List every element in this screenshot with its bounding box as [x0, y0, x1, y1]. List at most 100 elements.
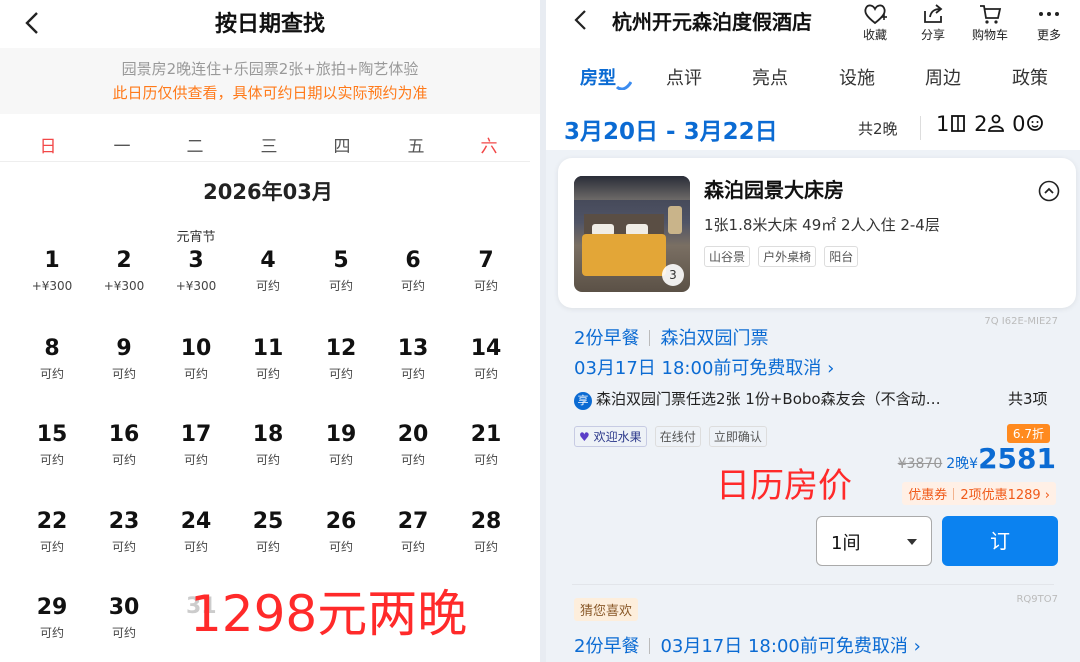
- recommend-badge: 猜您喜欢: [574, 598, 639, 621]
- tab-reviews[interactable]: 点评: [666, 64, 702, 90]
- dropdown-caret-icon: [907, 539, 917, 545]
- weekday-sat: 六: [480, 137, 498, 157]
- day-cell[interactable]: 19 可约: [309, 422, 373, 468]
- day-cell[interactable]: 8 可约: [20, 336, 84, 382]
- day-number: 11: [252, 336, 284, 361]
- day-number: 4: [260, 248, 276, 273]
- day-status: 可约: [111, 367, 136, 381]
- room-quantity-select[interactable]: 1间: [816, 516, 932, 566]
- favorite-button[interactable]: 收藏: [852, 2, 898, 43]
- day-status: 可约: [328, 540, 353, 554]
- next-offer-row[interactable]: 2份早餐 03月17日 18:00前可免费取消 ›: [574, 632, 921, 658]
- day-cell[interactable]: 24 可约: [164, 509, 228, 555]
- tab-room-types[interactable]: 房型: [580, 64, 616, 90]
- day-cell[interactable]: 16 可约: [92, 422, 156, 468]
- day-status: 可约: [111, 626, 136, 640]
- day-cell[interactable]: 28 可约: [454, 509, 518, 555]
- day-cell[interactable]: 27 可约: [381, 509, 445, 555]
- day-cell[interactable]: 13 可约: [381, 336, 445, 382]
- tab-nearby[interactable]: 周边: [925, 64, 961, 90]
- day-number: 21: [470, 422, 502, 447]
- tab-highlights[interactable]: 亮点: [752, 64, 788, 90]
- room-photo[interactable]: 3: [574, 176, 690, 292]
- day-number: 18: [252, 422, 284, 447]
- photo-count-badge: 3: [662, 264, 684, 286]
- weekday-sun: 日: [39, 137, 57, 157]
- book-button[interactable]: 订: [942, 516, 1058, 566]
- day-cell[interactable]: 12 可约: [309, 336, 373, 382]
- day-cell[interactable]: 29 可约: [20, 595, 84, 641]
- day-number: 14: [470, 336, 502, 361]
- collapse-chevron-up-icon[interactable]: [1038, 180, 1060, 206]
- night-count: 共2晚: [858, 120, 898, 138]
- day-cell[interactable]: 7 可约: [454, 248, 518, 294]
- free-cancel-link[interactable]: 03月17日 18:00前可免费取消 ›: [574, 354, 834, 380]
- discount-badge: 6.7折: [1006, 424, 1050, 443]
- pay-online-tag: 在线付: [654, 426, 701, 447]
- room-door-icon: [951, 115, 966, 132]
- day-cell[interactable]: 30 可约: [92, 595, 156, 641]
- day-cell[interactable]: 17 可约: [164, 422, 228, 468]
- day-cell[interactable]: 23 可约: [92, 509, 156, 555]
- promo-link[interactable]: 优惠券 2项优惠1289 ›: [902, 482, 1056, 505]
- bundle-row[interactable]: 享森泊双园门票任选2张 1份+Bobo森友会（不含动… 共3项: [574, 388, 1048, 410]
- share-button[interactable]: 分享: [910, 2, 956, 43]
- tab-policies[interactable]: 政策: [1012, 64, 1048, 90]
- room-info: 1张1.8米大床 49㎡ 2人入住 2-4层: [704, 216, 940, 234]
- day-cell[interactable]: 元宵节 3 +¥300: [164, 230, 228, 294]
- day-cell[interactable]: 21 可约: [454, 422, 518, 468]
- day-cell[interactable]: 18 可约: [236, 422, 300, 468]
- page-title: 按日期查找: [214, 12, 325, 37]
- day-cell[interactable]: 14 可约: [454, 336, 518, 382]
- date-range[interactable]: 3月20日 - 3月22日: [564, 112, 778, 146]
- day-cell[interactable]: 2 +¥300: [92, 248, 156, 294]
- day-cell[interactable]: 4 可约: [236, 248, 300, 294]
- day-cell[interactable]: 11 可约: [236, 336, 300, 382]
- day-cell[interactable]: 9 可约: [92, 336, 156, 382]
- cart-icon: [980, 5, 1002, 24]
- day-status: 可约: [473, 540, 498, 554]
- day-number: 12: [325, 336, 357, 361]
- divider: [649, 330, 651, 346]
- weekday-wed: 三: [260, 137, 278, 157]
- calendar-notice: 园景房2晚连住+乐园票2张+旅拍+陶艺体验 此日历仅供查看，具体可约日期以实际预…: [0, 48, 540, 114]
- day-cell[interactable]: 20 可约: [381, 422, 445, 468]
- day-cell[interactable]: 10 可约: [164, 336, 228, 382]
- price-prefix: 2晚¥: [946, 456, 979, 472]
- day-cell[interactable]: 22 可约: [20, 509, 84, 555]
- back-arrow-icon[interactable]: [572, 8, 588, 36]
- day-status: 可约: [255, 279, 280, 293]
- day-cell[interactable]: 6 可约: [381, 248, 445, 294]
- day-status: 可约: [400, 279, 425, 293]
- day-status: 可约: [400, 453, 425, 467]
- day-number: 7: [478, 248, 494, 273]
- guest-room-selector[interactable]: 1 2 0: [936, 112, 1044, 136]
- day-status: 可约: [39, 540, 64, 554]
- day-number: 20: [397, 422, 429, 447]
- photo-bed: [582, 234, 666, 276]
- offer-inclusions[interactable]: 2份早餐 森泊双园门票: [574, 324, 768, 350]
- day-cell[interactable]: 15 可约: [20, 422, 84, 468]
- calendar-panel: 按日期查找 园景房2晚连住+乐园票2张+旅拍+陶艺体验 此日历仅供查看，具体可约…: [0, 0, 540, 662]
- more-button[interactable]: 更多: [1026, 2, 1072, 43]
- day-status: 可约: [111, 453, 136, 467]
- day-number: 23: [108, 509, 140, 534]
- day-number: 8: [44, 336, 60, 361]
- day-number: 26: [325, 509, 357, 534]
- rate-offer: 2份早餐 森泊双园门票 03月17日 18:00前可免费取消 › 享森泊双园门票任…: [546, 320, 1080, 578]
- room-tags: 山谷景 户外桌椅 阳台: [704, 246, 861, 267]
- day-status: 可约: [39, 367, 64, 381]
- room-card[interactable]: 3 森泊园景大床房 1张1.8米大床 49㎡ 2人入住 2-4层 山谷景 户外桌…: [558, 158, 1076, 308]
- day-cell[interactable]: 1 +¥300: [20, 248, 84, 294]
- day-number: 16: [108, 422, 140, 447]
- day-number: 10: [180, 336, 212, 361]
- breakfast-label: 2份早餐: [574, 328, 640, 349]
- day-cell[interactable]: 26 可约: [309, 509, 373, 555]
- tab-facilities[interactable]: 设施: [839, 64, 875, 90]
- day-cell[interactable]: 25 可约: [236, 509, 300, 555]
- heart-gem-icon: ♥: [579, 430, 590, 444]
- room-count: 1: [936, 112, 950, 136]
- day-cell[interactable]: 5 可约: [309, 248, 373, 294]
- cart-button[interactable]: 购物车: [967, 2, 1013, 43]
- hotel-detail-panel: 杭州开元森泊度假酒店 收藏 分享 购物车 更多 房型 点评 亮点 设施 周边 政…: [546, 0, 1080, 662]
